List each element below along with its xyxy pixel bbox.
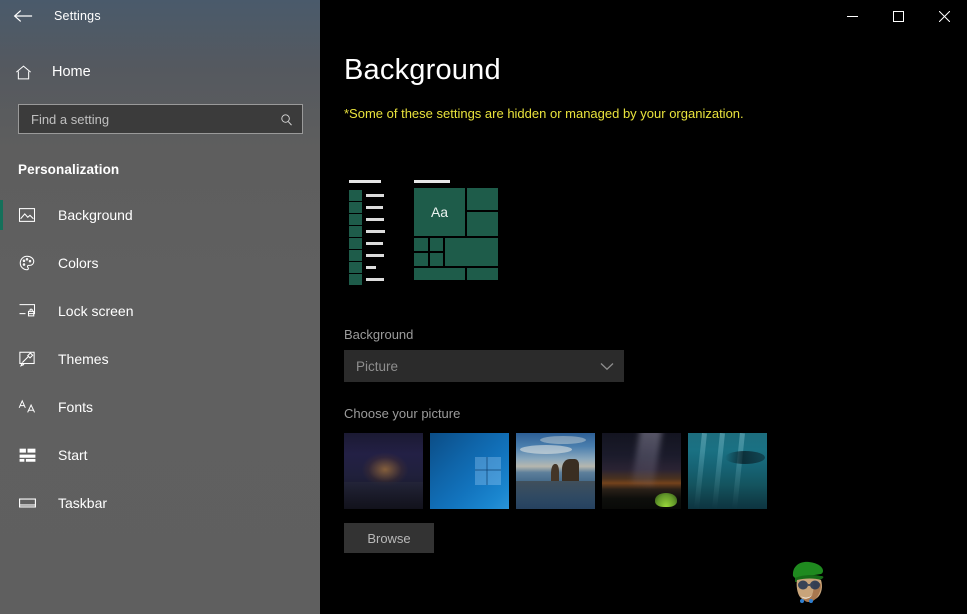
font-icon bbox=[18, 397, 44, 417]
sidebar-item-label: Colors bbox=[58, 255, 99, 271]
sidebar-item-themes[interactable]: Themes bbox=[0, 335, 320, 383]
title-bar-drag-area[interactable] bbox=[320, 0, 829, 32]
sidebar-item-label: Background bbox=[58, 207, 133, 223]
organization-note: *Some of these settings are hidden or ma… bbox=[344, 106, 744, 121]
search-input[interactable] bbox=[29, 110, 279, 128]
sidebar-item-home[interactable]: Home bbox=[0, 52, 320, 92]
background-type-value: Picture bbox=[356, 358, 399, 374]
close-icon[interactable] bbox=[921, 0, 967, 32]
search-icon[interactable] bbox=[279, 112, 294, 127]
preview-tile bbox=[467, 212, 498, 236]
choose-picture-label: Choose your picture bbox=[344, 406, 461, 421]
search-box[interactable] bbox=[18, 104, 303, 134]
image-icon bbox=[18, 205, 44, 225]
sidebar-item-background[interactable]: Background bbox=[0, 191, 320, 239]
sidebar-item-label: Taskbar bbox=[58, 495, 108, 511]
preview-tile bbox=[467, 268, 498, 280]
sidebar-item-taskbar[interactable]: Taskbar bbox=[0, 479, 320, 527]
taskbar-icon bbox=[18, 493, 44, 513]
picture-thumbnail-list bbox=[344, 433, 967, 509]
minimize-icon[interactable] bbox=[829, 0, 875, 32]
window-controls bbox=[829, 0, 967, 32]
selection-accent-bar bbox=[0, 200, 3, 230]
wallpaper-windows-hero[interactable] bbox=[430, 433, 509, 509]
chevron-down-icon[interactable] bbox=[600, 362, 614, 371]
maximize-icon[interactable] bbox=[875, 0, 921, 32]
sidebar-nav-list: Background Colors Lock screen Themes Fon… bbox=[0, 191, 320, 527]
start-tiles-icon bbox=[18, 445, 44, 465]
sidebar-item-label: Fonts bbox=[58, 399, 94, 415]
wallpaper-underwater[interactable] bbox=[688, 433, 767, 509]
preview-titlebar-line bbox=[414, 180, 450, 183]
preview-tile bbox=[414, 238, 428, 251]
sidebar-item-label: Themes bbox=[58, 351, 109, 367]
wallpaper-night-forest[interactable] bbox=[344, 433, 423, 509]
preview-tile bbox=[430, 253, 443, 266]
title-bar-left: Settings bbox=[0, 0, 320, 32]
sidebar-item-fonts[interactable]: Fonts bbox=[0, 383, 320, 431]
background-type-dropdown[interactable]: Picture bbox=[344, 350, 624, 382]
sidebar-item-label: Start bbox=[58, 447, 88, 463]
browse-button[interactable]: Browse bbox=[344, 523, 434, 553]
preview-tile bbox=[445, 238, 498, 266]
preview-tile bbox=[430, 238, 443, 251]
preview-tile bbox=[414, 268, 465, 280]
preview-tile bbox=[467, 188, 498, 210]
preview-list-panel bbox=[344, 180, 388, 285]
sidebar: Home Personalization bbox=[0, 0, 320, 614]
sidebar-item-start[interactable]: Start bbox=[0, 431, 320, 479]
wallpaper-milky-way-tent[interactable] bbox=[602, 433, 681, 509]
lock-screen-icon bbox=[18, 301, 44, 321]
page-title: Background bbox=[344, 54, 501, 86]
sidebar-item-colors[interactable]: Colors bbox=[0, 239, 320, 287]
preview-tile bbox=[414, 253, 428, 266]
main-content: Background *Some of these settings are h… bbox=[320, 0, 967, 614]
preview-titlebar-line bbox=[349, 180, 381, 183]
sidebar-section-title: Personalization bbox=[18, 162, 120, 177]
sidebar-item-home-label: Home bbox=[52, 64, 91, 80]
home-icon bbox=[14, 63, 46, 82]
theme-preview: Aa bbox=[344, 175, 514, 285]
preview-tile-panel: Aa bbox=[414, 180, 498, 285]
brush-icon bbox=[18, 349, 44, 369]
preview-sample-text: Aa bbox=[430, 204, 449, 220]
app-title: Settings bbox=[54, 9, 101, 23]
site-logo-watermark bbox=[781, 556, 837, 608]
preview-tile-large: Aa bbox=[414, 188, 465, 236]
settings-window: Home Personalization bbox=[0, 0, 967, 614]
palette-icon bbox=[18, 253, 44, 273]
wallpaper-beach-sea-stacks[interactable] bbox=[516, 433, 595, 509]
title-bar: Settings bbox=[0, 0, 967, 32]
sidebar-item-lock-screen[interactable]: Lock screen bbox=[0, 287, 320, 335]
background-field-label: Background bbox=[344, 327, 414, 342]
sidebar-item-label: Lock screen bbox=[58, 303, 134, 319]
back-arrow-icon[interactable] bbox=[0, 0, 46, 32]
